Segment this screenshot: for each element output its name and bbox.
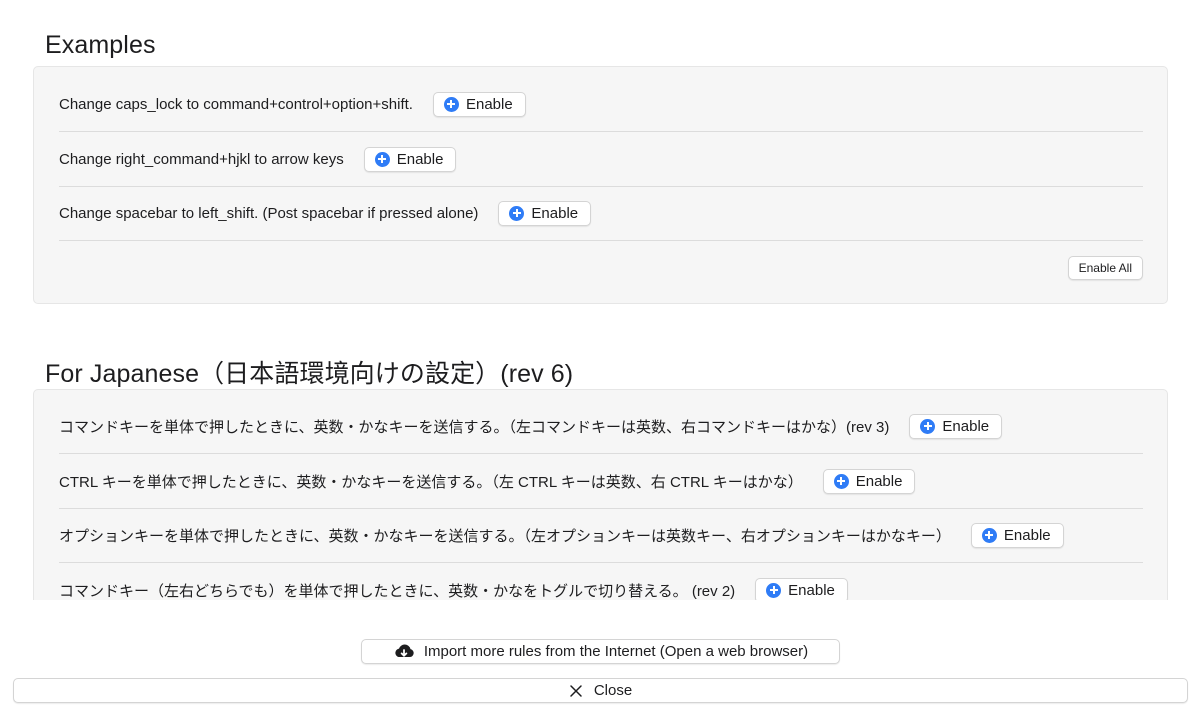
rule-row: Change spacebar to left_shift. (Post spa…	[59, 186, 1143, 241]
enable-button[interactable]: Enable	[498, 200, 592, 226]
rule-description: コマンドキーを単体で押したときに、英数・かなキーを送信する。（左コマンドキーは英…	[59, 418, 890, 436]
plus-circle-icon	[981, 527, 997, 543]
section-title-for-japanese: For Japanese（日本語環境向けの設定）(rev 6)	[45, 360, 574, 388]
plus-circle-icon	[374, 151, 390, 167]
complex-modifications-window: Examples Change caps_lock to command+con…	[0, 0, 1200, 716]
enable-label: Enable	[788, 581, 835, 599]
rule-row: オプションキーを単体で押したときに、英数・かなキーを送信する。（左オプションキー…	[59, 508, 1143, 563]
enable-button[interactable]: Enable	[363, 146, 457, 172]
rule-description: Change right_command+hjkl to arrow keys	[59, 150, 344, 168]
rule-row: Change right_command+hjkl to arrow keys …	[59, 132, 1143, 187]
enable-label: Enable	[855, 472, 903, 490]
rule-row: Change caps_lock to command+control+opti…	[59, 77, 1143, 132]
japanese-group: コマンドキーを単体で押したときに、英数・かなキーを送信する。（左コマンドキーは英…	[33, 389, 1168, 600]
examples-group: Change caps_lock to command+control+opti…	[33, 66, 1168, 304]
plus-circle-icon	[833, 473, 849, 489]
close-button[interactable]: Close	[13, 678, 1188, 703]
enable-label: Enable	[942, 417, 990, 435]
enable-button[interactable]: Enable	[432, 91, 526, 117]
rule-row: コマンドキーを単体で押したときに、英数・かなキーを送信する。（左コマンドキーは英…	[59, 399, 1143, 454]
enable-label: Enable	[465, 95, 513, 113]
rule-row: コマンドキー（左右どちらでも）を単体で押したときに、英数・かなをトグルで切り替え…	[59, 563, 1143, 600]
rule-description: コマンドキー（左右どちらでも）を単体で押したときに、英数・かなをトグルで切り替え…	[59, 582, 736, 600]
plus-circle-icon	[443, 96, 459, 112]
enable-button[interactable]: Enable	[822, 468, 916, 494]
enable-all-button[interactable]: Enable All	[1067, 256, 1143, 280]
enable-button[interactable]: Enable	[909, 413, 1003, 439]
plus-circle-icon	[509, 205, 525, 221]
rule-row: CTRL キーを単体で押したときに、英数・かなキーを送信する。（左 CTRL キ…	[59, 454, 1143, 509]
close-icon	[570, 684, 582, 697]
close-label: Close	[593, 682, 633, 699]
rule-description: Change caps_lock to command+control+opti…	[59, 95, 413, 113]
rule-description: CTRL キーを単体で押したときに、英数・かなキーを送信する。（左 CTRL キ…	[59, 473, 803, 491]
rules-scroll-area[interactable]: Examples Change caps_lock to command+con…	[0, 0, 1200, 600]
import-rules-button[interactable]: Import more rules from the Internet (Ope…	[361, 639, 840, 664]
enable-button[interactable]: Enable	[970, 522, 1064, 548]
enable-button[interactable]: Enable	[755, 577, 848, 600]
plus-circle-icon	[920, 418, 936, 434]
enable-label: Enable	[396, 150, 444, 168]
rule-description: Change spacebar to left_shift. (Post spa…	[59, 204, 479, 222]
section-title-examples: Examples	[45, 31, 156, 59]
cloud-download-icon	[395, 644, 414, 657]
plus-circle-icon	[766, 582, 782, 598]
rule-description: オプションキーを単体で押したときに、英数・かなキーを送信する。（左オプションキー…	[59, 527, 951, 545]
enable-label: Enable	[1003, 526, 1051, 544]
import-rules-label: Import more rules from the Internet (Ope…	[423, 643, 809, 660]
enable-label: Enable	[531, 204, 579, 222]
